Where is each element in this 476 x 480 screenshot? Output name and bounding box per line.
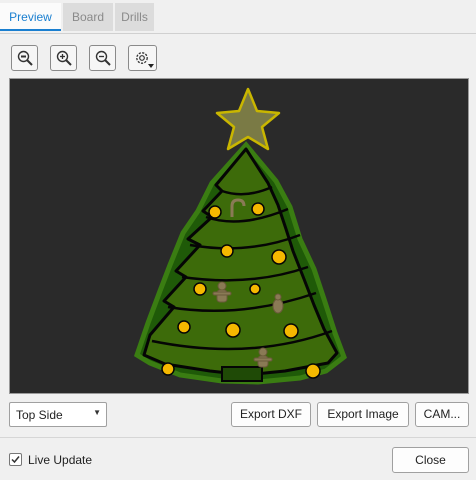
zoom-in-button[interactable] — [50, 45, 77, 71]
live-update-label: Live Update — [28, 453, 93, 467]
zoom-in-icon — [56, 50, 72, 66]
footer-divider — [0, 437, 476, 438]
chevron-down-icon: ▼ — [93, 408, 101, 417]
tab-board[interactable]: Board — [63, 3, 113, 31]
export-dxf-button[interactable]: Export DXF — [231, 402, 311, 427]
preview-canvas[interactable] — [9, 78, 469, 394]
close-button[interactable]: Close — [392, 447, 469, 473]
zoom-out-button[interactable] — [89, 45, 116, 71]
tree-star — [215, 87, 281, 151]
zoom-out-icon — [95, 50, 111, 66]
zoom-fit-button[interactable] — [11, 45, 38, 71]
tab-preview[interactable]: Preview — [0, 3, 61, 31]
checkmark-icon — [11, 456, 20, 464]
settings-button[interactable] — [128, 45, 157, 71]
settings-gear-icon — [136, 52, 154, 68]
cam-button[interactable]: CAM... — [415, 402, 469, 427]
tab-drills[interactable]: Drills — [115, 3, 154, 31]
side-select-value: Top Side — [16, 408, 63, 422]
live-update-checkbox[interactable] — [9, 453, 22, 466]
christmas-tree-render — [133, 87, 347, 385]
tab-bar: Preview Board Drills — [0, 0, 476, 34]
export-image-button[interactable]: Export Image — [317, 402, 409, 427]
side-select[interactable]: Top Side ▼ — [9, 402, 107, 427]
zoom-fit-icon — [17, 50, 33, 66]
